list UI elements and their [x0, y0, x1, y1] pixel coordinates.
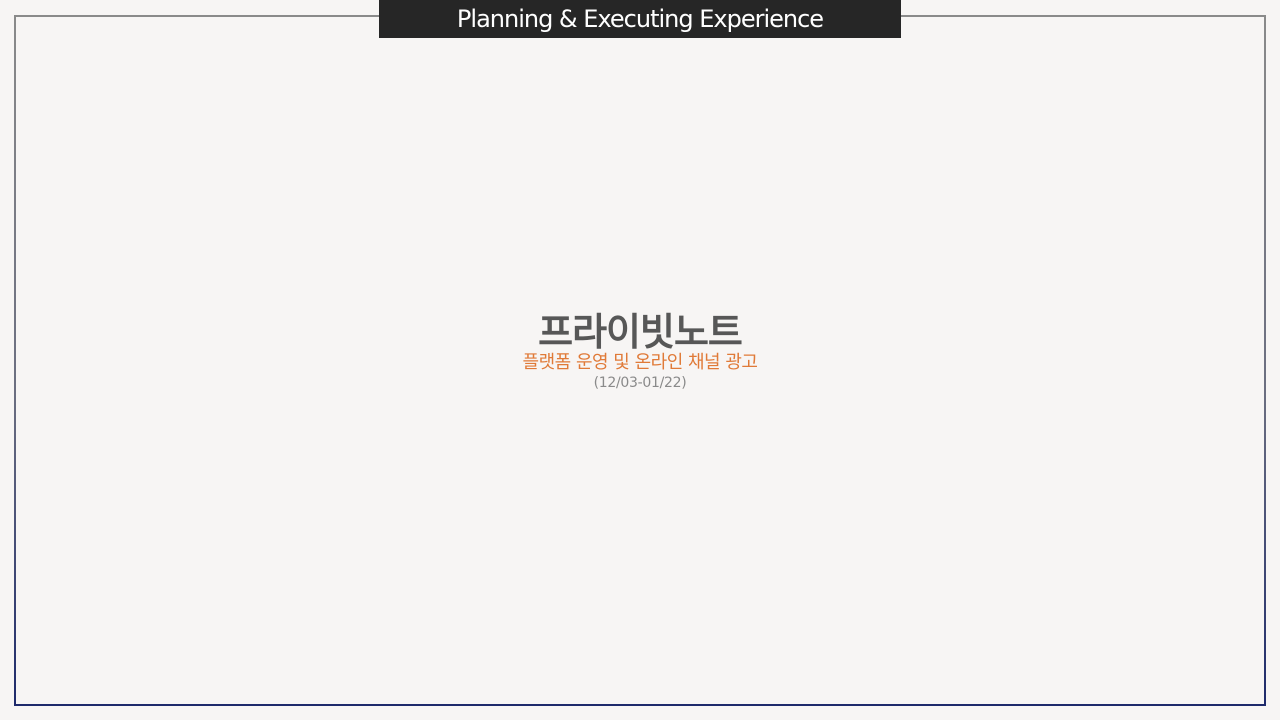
header-bar: Planning & Executing Experience	[379, 0, 901, 38]
subtitle: 플랫폼 운영 및 온라인 채널 광고	[522, 352, 758, 373]
header-title: Planning & Executing Experience	[456, 5, 824, 33]
title-block: 프라이빗노트 플랫폼 운영 및 온라인 채널 광고 (12/03-01/22)	[0, 308, 1280, 392]
date-range: (12/03-01/22)	[593, 375, 687, 391]
slide: Planning & Executing Experience 프라이빗노트 플…	[0, 0, 1280, 720]
main-title: 프라이빗노트	[538, 310, 743, 354]
